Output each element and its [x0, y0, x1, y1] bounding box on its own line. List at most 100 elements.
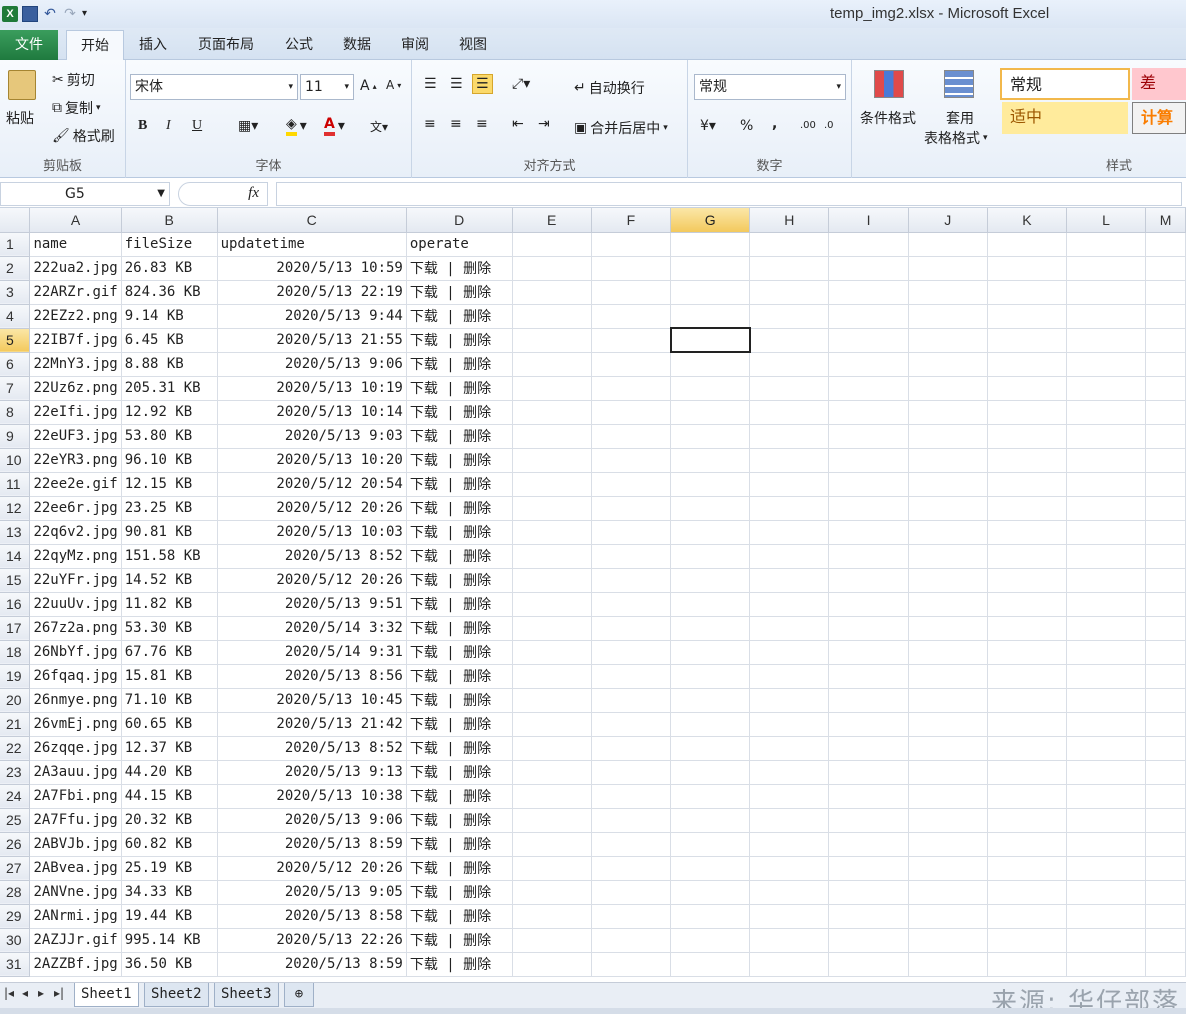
cell-k1[interactable] [987, 232, 1067, 257]
cell-e5[interactable] [512, 328, 592, 353]
cell-k5[interactable] [987, 328, 1067, 353]
cell-i26[interactable] [828, 832, 909, 857]
fill-color-icon[interactable]: ◈ ▾ [286, 116, 307, 136]
cell-k25[interactable] [987, 808, 1067, 833]
style-calculation[interactable]: 计算 [1132, 102, 1186, 134]
cell-d20[interactable]: 下载 | 删除 [406, 688, 513, 713]
row-header[interactable]: 27 [0, 856, 31, 881]
cell-a25[interactable]: 2A7Ffu.jpg [29, 808, 122, 833]
prev-sheet-icon[interactable]: ◂ [22, 986, 28, 1000]
cell-j1[interactable] [908, 232, 988, 257]
row-header[interactable]: 30 [0, 928, 31, 953]
cell-l19[interactable] [1066, 664, 1147, 689]
cell-a15[interactable]: 22uYFr.jpg [29, 568, 122, 593]
cell-b12[interactable]: 23.25 KB [121, 496, 218, 521]
cell-f8[interactable] [591, 400, 672, 425]
row-header[interactable]: 1 [0, 232, 31, 257]
cell-h6[interactable] [749, 352, 830, 377]
increase-decimal-icon[interactable]: .00 [800, 120, 816, 131]
cell-e18[interactable] [512, 640, 592, 665]
cell-f18[interactable] [591, 640, 672, 665]
cell-a22[interactable]: 26zqqe.jpg [29, 736, 122, 761]
cell-i24[interactable] [828, 784, 909, 809]
cell-e4[interactable] [512, 304, 592, 329]
cell-m2[interactable] [1145, 256, 1186, 281]
cell-b1[interactable]: fileSize [121, 232, 218, 257]
row-header[interactable]: 11 [0, 472, 31, 497]
cell-l17[interactable] [1066, 616, 1147, 641]
cell-m23[interactable] [1145, 760, 1186, 785]
cell-h17[interactable] [749, 616, 830, 641]
cell-e24[interactable] [512, 784, 592, 809]
cell-m30[interactable] [1145, 928, 1186, 953]
cell-i16[interactable] [828, 592, 909, 617]
cell-a9[interactable]: 22eUF3.jpg [29, 424, 122, 449]
cell-i28[interactable] [828, 880, 909, 905]
cell-j2[interactable] [908, 256, 988, 281]
cell-g30[interactable] [670, 928, 751, 953]
row-header[interactable]: 29 [0, 904, 31, 929]
cell-j27[interactable] [908, 856, 988, 881]
next-sheet-icon[interactable]: ▸ [38, 986, 44, 1000]
cell-h16[interactable] [749, 592, 830, 617]
cell-f15[interactable] [591, 568, 672, 593]
cell-i8[interactable] [828, 400, 909, 425]
cell-g5[interactable] [669, 327, 751, 353]
cell-k29[interactable] [987, 904, 1067, 929]
redo-icon[interactable]: ↷ [62, 6, 78, 22]
cell-l16[interactable] [1066, 592, 1147, 617]
row-header[interactable]: 10 [0, 448, 31, 473]
cell-m28[interactable] [1145, 880, 1186, 905]
cell-h31[interactable] [749, 952, 830, 977]
number-format-select[interactable]: 常规 ▾ [694, 74, 846, 100]
cell-g1[interactable] [670, 232, 751, 257]
row-header[interactable]: 23 [0, 760, 31, 785]
cell-k7[interactable] [987, 376, 1067, 401]
cell-e8[interactable] [512, 400, 592, 425]
cell-f28[interactable] [591, 880, 672, 905]
font-name-select[interactable]: 宋体 ▾ [130, 74, 298, 100]
cell-e1[interactable] [512, 232, 592, 257]
cell-g2[interactable] [670, 256, 751, 281]
undo-icon[interactable]: ↶ [42, 6, 58, 22]
cell-c25[interactable]: 2020/5/13 9:06 [217, 808, 407, 833]
cell-m8[interactable] [1145, 400, 1186, 425]
cell-j30[interactable] [908, 928, 988, 953]
format-painter-button[interactable]: 🖌 格式刷 [52, 126, 115, 146]
row-header[interactable]: 24 [0, 784, 31, 809]
cell-h5[interactable] [749, 328, 830, 353]
cell-a30[interactable]: 2AZJJr.gif [29, 928, 122, 953]
save-icon[interactable] [22, 6, 38, 22]
cell-k13[interactable] [987, 520, 1067, 545]
cell-l28[interactable] [1066, 880, 1147, 905]
cell-e28[interactable] [512, 880, 592, 905]
cell-d2[interactable]: 下载 | 删除 [406, 256, 513, 281]
shrink-font-icon[interactable]: A ▾ [386, 78, 401, 92]
column-header-h[interactable]: H [749, 208, 830, 233]
cell-j14[interactable] [908, 544, 988, 569]
cell-d7[interactable]: 下载 | 删除 [406, 376, 513, 401]
cell-h22[interactable] [749, 736, 830, 761]
table-format-button[interactable]: 表格格式 ▾ [924, 128, 988, 148]
cell-k30[interactable] [987, 928, 1067, 953]
cell-f3[interactable] [591, 280, 672, 305]
cell-l3[interactable] [1066, 280, 1147, 305]
cell-g20[interactable] [670, 688, 751, 713]
cell-j23[interactable] [908, 760, 988, 785]
row-header[interactable]: 13 [0, 520, 31, 545]
cell-c20[interactable]: 2020/5/13 10:45 [217, 688, 407, 713]
row-header[interactable]: 4 [0, 304, 31, 329]
cell-f2[interactable] [591, 256, 672, 281]
cell-f6[interactable] [591, 352, 672, 377]
font-size-select[interactable]: 11 ▾ [300, 74, 354, 100]
cell-g10[interactable] [670, 448, 751, 473]
cell-a12[interactable]: 22ee6r.jpg [29, 496, 122, 521]
cell-e26[interactable] [512, 832, 592, 857]
cell-e12[interactable] [512, 496, 592, 521]
cell-g4[interactable] [670, 304, 751, 329]
cell-c24[interactable]: 2020/5/13 10:38 [217, 784, 407, 809]
cell-c7[interactable]: 2020/5/13 10:19 [217, 376, 407, 401]
tab-insert[interactable]: 插入 [128, 30, 178, 60]
cell-d11[interactable]: 下载 | 删除 [406, 472, 513, 497]
cell-e9[interactable] [512, 424, 592, 449]
